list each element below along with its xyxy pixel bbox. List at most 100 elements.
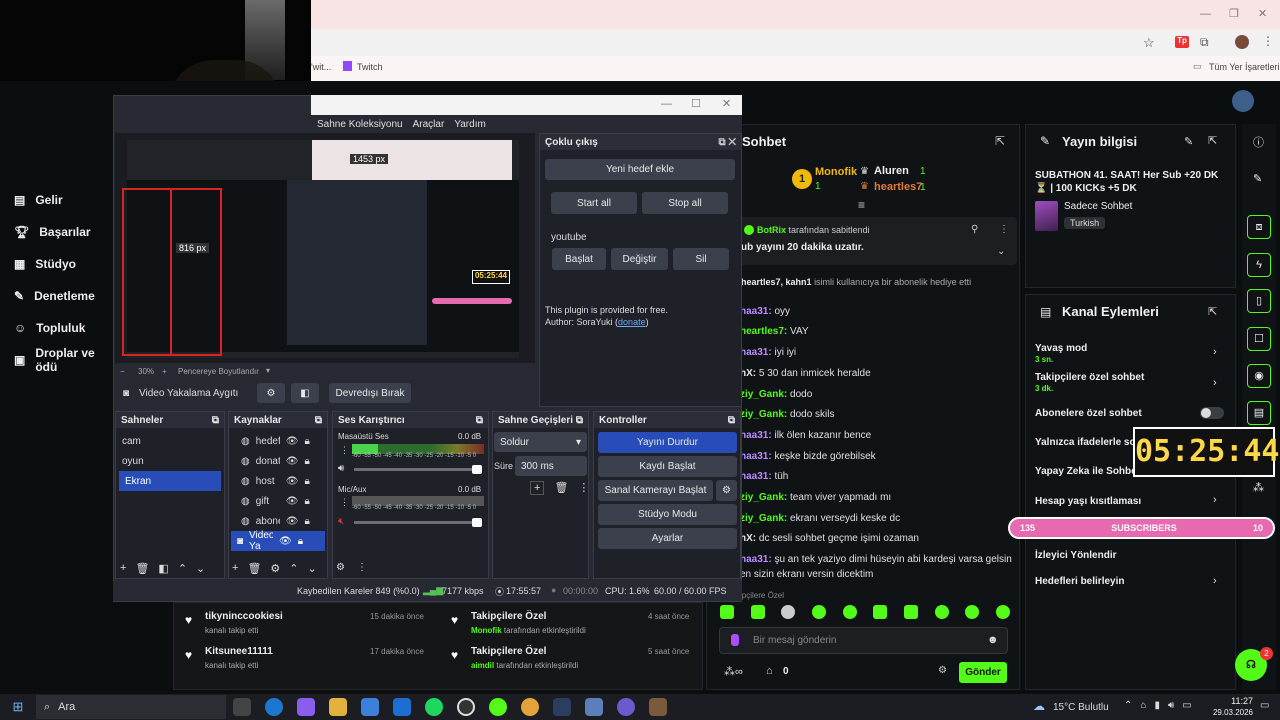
all-bookmarks[interactable]: Tüm Yer İşaretleri bbox=[1209, 62, 1280, 72]
emotes-only-label[interactable]: Yalnızca ifadelerle so bbox=[1035, 437, 1136, 448]
resize-select[interactable]: Pencereye Boyutlandır bbox=[178, 367, 259, 376]
emoji-icon[interactable]: ☻ bbox=[987, 634, 999, 646]
emote-icon[interactable] bbox=[903, 605, 918, 619]
category-name[interactable]: Sadece Sohbet bbox=[1064, 201, 1132, 212]
target-edit-button[interactable]: Değiştir bbox=[611, 248, 668, 270]
minimize-icon[interactable]: — bbox=[1200, 8, 1211, 20]
activity-user[interactable]: tikyninccookiesi bbox=[205, 611, 283, 622]
close-icon[interactable]: ✕ bbox=[1258, 7, 1267, 20]
donate-link[interactable]: donate bbox=[618, 317, 646, 327]
chat-username[interactable]: haa31: bbox=[740, 451, 772, 462]
mic-icon[interactable]: ▮ bbox=[1154, 700, 1160, 711]
add-icon[interactable]: + bbox=[530, 481, 545, 495]
lock-icon[interactable]: 🔒︎ bbox=[304, 516, 309, 527]
lock-icon[interactable]: 🔒︎ bbox=[304, 476, 309, 487]
broadcast-icon[interactable]: ◉ bbox=[1247, 364, 1271, 388]
chevron-down-icon[interactable]: ▾ bbox=[266, 366, 270, 375]
chat-username[interactable]: haa31: bbox=[740, 471, 772, 482]
source-filters-button[interactable]: ◧ bbox=[291, 383, 319, 403]
eye-icon[interactable]: 👁︎ bbox=[286, 496, 299, 507]
source-item[interactable]: ◍ host 👁︎ 🔒︎ bbox=[229, 471, 327, 491]
volume-icon[interactable]: 🔊︎ bbox=[338, 463, 344, 474]
windows-start-icon[interactable]: ⊞ bbox=[0, 699, 36, 715]
task-view-icon[interactable] bbox=[233, 698, 251, 716]
folder-icon[interactable] bbox=[329, 698, 347, 716]
more-icon[interactable]: ⋮ bbox=[357, 562, 367, 573]
trash-icon[interactable]: 🗑︎ bbox=[554, 481, 568, 495]
close-icon[interactable]: ⧉ ✕ bbox=[718, 137, 736, 148]
top-gifter-2[interactable]: Aluren bbox=[874, 165, 909, 177]
eye-icon[interactable]: 👁︎ bbox=[286, 436, 299, 447]
undock-icon[interactable]: ⧉ bbox=[728, 415, 735, 426]
target-start-button[interactable]: Başlat bbox=[552, 248, 606, 270]
minimize-icon[interactable]: — bbox=[661, 98, 672, 110]
lightning-icon[interactable]: ϟ bbox=[1247, 253, 1271, 277]
emote-icon[interactable] bbox=[811, 605, 826, 619]
filter-icon[interactable]: ◧ bbox=[158, 562, 168, 575]
steam-icon[interactable] bbox=[553, 698, 571, 716]
undock-icon[interactable]: ⧉ bbox=[576, 415, 583, 426]
storage-icon[interactable]: ▤ bbox=[1247, 401, 1271, 425]
mic-icon[interactable] bbox=[731, 634, 739, 646]
trash-icon[interactable]: 🗑︎ bbox=[247, 562, 261, 575]
users-icon[interactable]: ⁂ bbox=[1253, 481, 1264, 494]
emote-icon[interactable] bbox=[965, 605, 980, 619]
store-icon[interactable]: ⌂ bbox=[766, 665, 773, 677]
battery-icon[interactable]: ▭ bbox=[1182, 700, 1191, 711]
chat-username[interactable]: hX: bbox=[740, 368, 756, 379]
target-delete-button[interactable]: Sil bbox=[673, 248, 729, 270]
user-avatar[interactable] bbox=[1232, 90, 1254, 112]
zoom-in-icon[interactable]: + bbox=[162, 367, 167, 376]
chat-username[interactable]: ziy_Gank: bbox=[740, 409, 787, 420]
gear-icon[interactable]: ⚙ bbox=[270, 562, 280, 575]
source-item[interactable]: ◍ donat 👁︎ 🔒︎ bbox=[229, 451, 327, 471]
address-bar[interactable] bbox=[311, 30, 1280, 56]
bookmark-item[interactable]: 'wit... bbox=[311, 62, 331, 72]
add-target-button[interactable]: Yeni hedef ekle bbox=[545, 159, 735, 180]
copilot-icon[interactable] bbox=[297, 698, 315, 716]
sidebar-item-denetleme[interactable]: ✎ Denetleme bbox=[0, 280, 113, 312]
transition-select[interactable]: Soldur ▾ bbox=[494, 432, 587, 452]
sidebar-item-basarilar[interactable]: 🏆︎ Başarılar bbox=[0, 216, 113, 248]
subs-chat-label[interactable]: Abonelere özel sohbet bbox=[1035, 408, 1142, 419]
menu-scene-collection[interactable]: Sahne Koleksiyonu bbox=[317, 119, 403, 130]
more-icon[interactable]: ⋮ bbox=[999, 224, 1009, 235]
mixer-ch2-slider[interactable] bbox=[354, 518, 482, 527]
chat-username[interactable]: ziy_Gank: bbox=[740, 513, 787, 524]
edit-icon[interactable]: ✎ bbox=[1184, 135, 1193, 148]
obs-icon[interactable] bbox=[457, 698, 475, 716]
emote-icon[interactable] bbox=[750, 605, 765, 619]
chat-icon[interactable]: ☐ bbox=[1247, 327, 1271, 351]
mixer-menu-icon[interactable]: ⋮ bbox=[340, 445, 349, 456]
chevron-down-icon[interactable]: ⌄ bbox=[997, 246, 1005, 257]
popout-icon[interactable]: ⇱ bbox=[995, 134, 1005, 148]
scene-item[interactable]: oyun bbox=[116, 451, 224, 471]
eye-icon[interactable]: 👁︎ bbox=[286, 516, 299, 527]
undock-icon[interactable]: ⧉ bbox=[315, 415, 322, 426]
gear-icon[interactable]: ⚙ bbox=[938, 665, 947, 676]
mixer-menu-icon[interactable]: ⋮ bbox=[340, 497, 349, 508]
rail-button[interactable]: ⧈ bbox=[1247, 215, 1271, 239]
virtual-cam-button[interactable]: Sanal Kamerayı Başlat bbox=[598, 480, 713, 501]
discord-icon[interactable] bbox=[617, 698, 635, 716]
arrow-up-icon[interactable]: ⌃ bbox=[289, 562, 298, 575]
selection-box[interactable] bbox=[122, 188, 222, 356]
extension-icon[interactable]: Tp bbox=[1175, 36, 1189, 48]
mixer-settings-icon[interactable]: ⚙ bbox=[336, 562, 345, 573]
source-item-selected[interactable]: ◙ Video Ya 👁︎ 🔒︎ bbox=[231, 530, 325, 552]
pen-icon[interactable]: ✎ bbox=[1253, 172, 1262, 185]
doc-icon[interactable]: ▯ bbox=[1247, 289, 1271, 313]
clock-date[interactable]: 29.03.2026 bbox=[1203, 708, 1253, 717]
close-icon[interactable]: ✕ bbox=[722, 97, 731, 110]
popout-icon[interactable]: ⇱ bbox=[1208, 305, 1217, 318]
followers-chat-label[interactable]: Takipçilere özel sohbet bbox=[1035, 372, 1144, 383]
chrome-icon[interactable] bbox=[521, 698, 539, 716]
taskbar-search[interactable]: ⌕ Ara bbox=[36, 695, 226, 719]
top-gifter-1[interactable]: Monofik bbox=[815, 166, 857, 178]
undock-icon[interactable]: ⧉ bbox=[476, 415, 483, 426]
more-icon[interactable]: ⋮ bbox=[578, 481, 589, 495]
activity-user[interactable]: Kitsunee11111 bbox=[205, 646, 273, 657]
send-button[interactable]: Gönder bbox=[959, 662, 1007, 683]
lock-icon[interactable]: 🔒︎ bbox=[298, 536, 303, 547]
clock-time[interactable]: 11:27 bbox=[1213, 696, 1253, 706]
